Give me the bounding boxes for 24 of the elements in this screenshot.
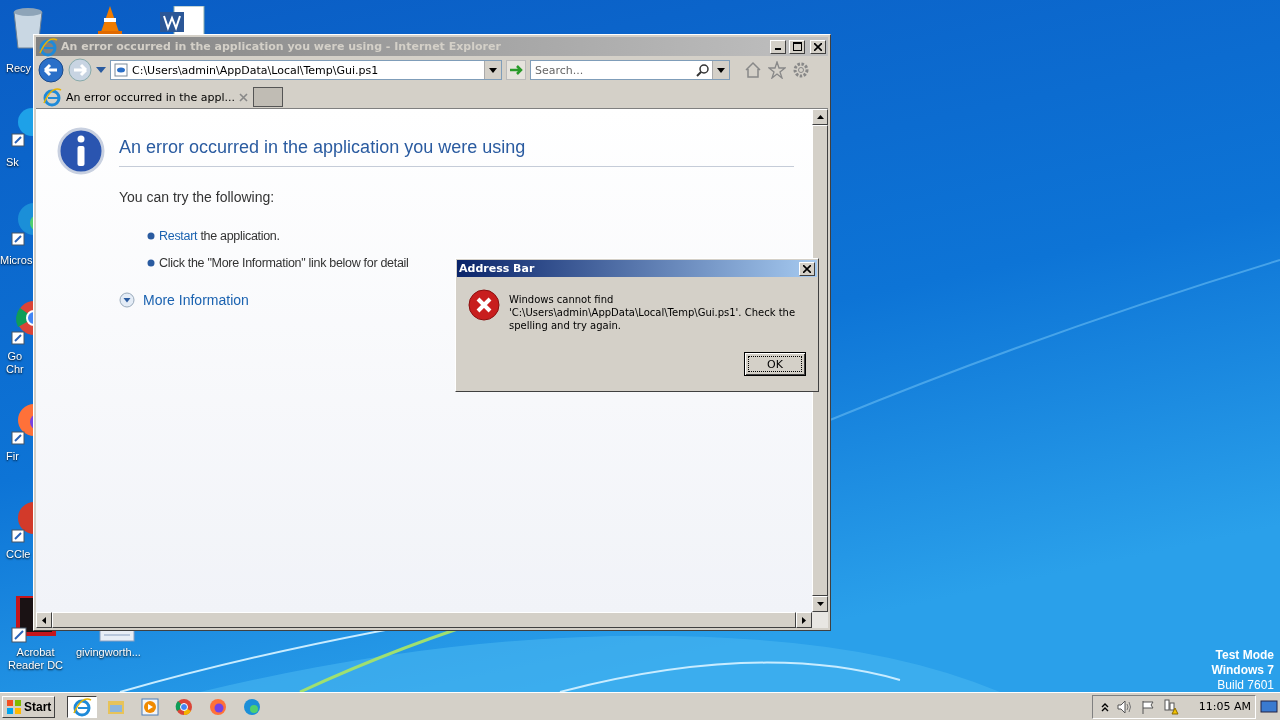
dialog-message: Windows cannot find 'C:\Users\admin\AppData\Local\Temp\Gui.ps1'. Check the spelling and try again. (509, 293, 797, 332)
edition-text: Windows 7 (1211, 663, 1274, 678)
icon-label: Go Chr (6, 350, 24, 376)
search-box[interactable]: Search... (530, 60, 730, 80)
icon-label: Acrobat Reader DC (8, 646, 64, 672)
page-heading: An error occurred in the application you were using (119, 127, 794, 167)
clock[interactable]: 11:05 AM (1198, 700, 1251, 713)
address-field[interactable]: C:\Users\admin\AppData\Local\Temp\Gui.ps1 (110, 60, 502, 80)
edition-text: Test Mode (1215, 648, 1274, 663)
icon-label: Sk (6, 156, 19, 169)
icon-label: Micros (0, 254, 33, 267)
suggestion-text: Click the "More Information" link below for detail (159, 256, 409, 270)
edition-text: Build 7601 (1217, 678, 1274, 693)
icon-label: CCle (6, 548, 31, 561)
intro-text: You can try the following: (119, 189, 276, 205)
icon-label: givingworth... (76, 646, 141, 659)
dialog-title: Address Bar (459, 262, 535, 275)
start-button[interactable]: Start (2, 695, 56, 718)
restart-link[interactable]: Restart (159, 229, 198, 243)
suggestion-text: Restart the application. (159, 229, 280, 243)
more-information-link[interactable]: More Information (143, 292, 249, 308)
icon-label: Fir (6, 450, 19, 463)
icon-label: Recy (6, 62, 32, 75)
ok-button[interactable]: OK (744, 352, 806, 376)
